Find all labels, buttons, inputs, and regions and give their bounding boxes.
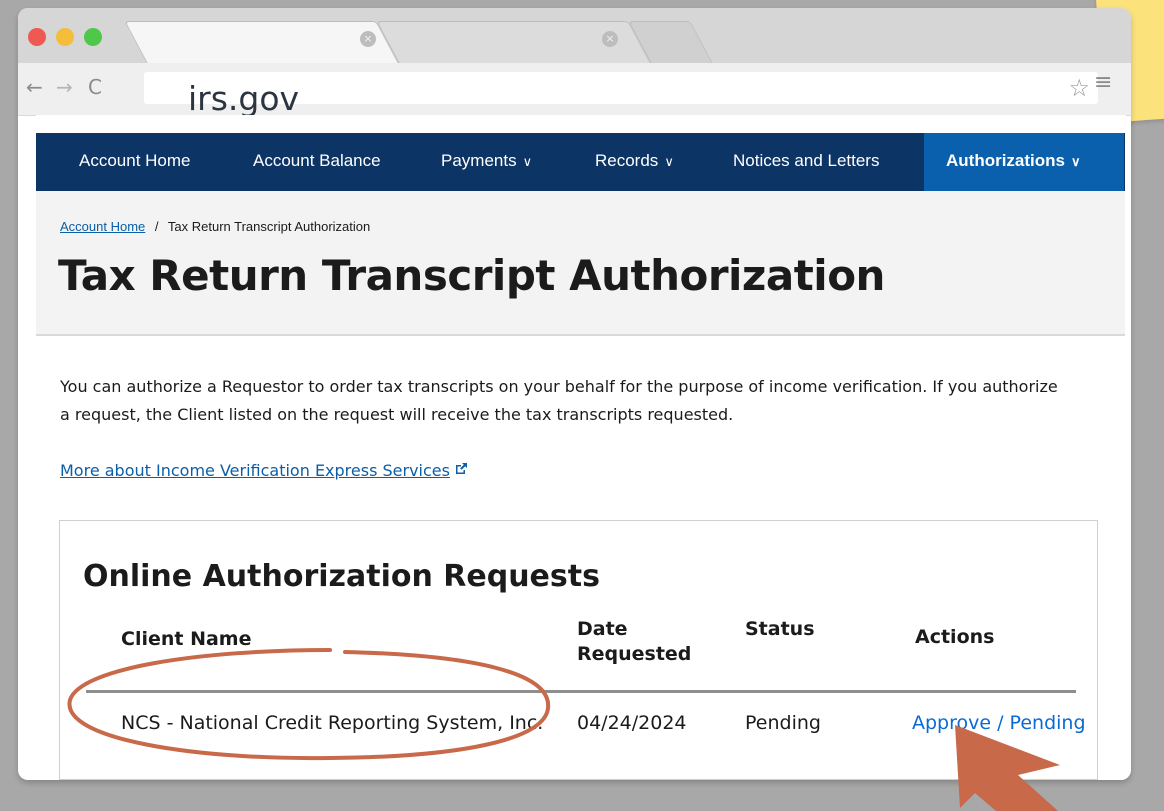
nav-item-authorizations[interactable]: Authorizations ∨ xyxy=(924,133,1124,191)
browser-window: × × ← → C irs.gov ☆ Account Home Account… xyxy=(18,8,1131,780)
column-header-date-line2: Requested xyxy=(577,643,692,665)
nav-label: Records xyxy=(595,151,659,170)
breadcrumb-separator: / xyxy=(154,219,159,234)
column-header-date-requested: Date Requested xyxy=(577,617,691,667)
tab-bar: × × xyxy=(18,8,1131,65)
table-header-divider xyxy=(86,690,1076,693)
top-navigation: Account Home Account Balance Payments ∨ R… xyxy=(36,133,1125,191)
tab-close-icon[interactable]: × xyxy=(360,31,376,47)
url-text: irs.gov xyxy=(188,79,300,118)
tab-close-icon[interactable]: × xyxy=(602,31,618,47)
url-field[interactable]: irs.gov ☆ xyxy=(144,72,1098,118)
nav-item-records[interactable]: Records ∨ xyxy=(595,133,674,191)
status-cell: Pending xyxy=(745,712,821,734)
close-window-button[interactable] xyxy=(28,28,46,46)
nav-item-notices-and-letters[interactable]: Notices and Letters xyxy=(733,133,879,191)
external-link-icon xyxy=(454,462,468,480)
back-icon[interactable]: ← xyxy=(26,75,43,99)
bookmark-star-icon[interactable]: ☆ xyxy=(1068,74,1090,102)
date-requested-cell: 04/24/2024 xyxy=(577,712,687,734)
column-header-date-line1: Date xyxy=(577,618,628,640)
nav-item-account-home[interactable]: Account Home xyxy=(79,133,191,191)
maximize-window-button[interactable] xyxy=(84,28,102,46)
chevron-down-icon: ∨ xyxy=(1071,154,1081,169)
page-title: Tax Return Transcript Authorization xyxy=(58,251,885,300)
chevron-down-icon: ∨ xyxy=(664,154,674,169)
nav-label: Account Home xyxy=(79,151,191,170)
client-name-cell: NCS - National Credit Reporting System, … xyxy=(121,712,544,734)
reload-icon[interactable]: C xyxy=(88,75,102,99)
more-info-link-label: More about Income Verification Express S… xyxy=(60,461,450,480)
browser-tab-active[interactable] xyxy=(124,21,400,65)
address-bar: ← → C irs.gov ☆ xyxy=(18,63,1131,118)
card-title: Online Authorization Requests xyxy=(83,559,600,594)
column-header-actions: Actions xyxy=(915,626,995,648)
authorization-requests-card: Online Authorization Requests Client Nam… xyxy=(59,520,1098,780)
breadcrumb-home-link[interactable]: Account Home xyxy=(60,219,145,234)
breadcrumb-current: Tax Return Transcript Authorization xyxy=(167,219,371,234)
column-header-status: Status xyxy=(745,618,815,640)
approve-pending-link[interactable]: Approve / Pending xyxy=(912,709,1086,737)
column-header-client-name: Client Name xyxy=(121,628,252,650)
page-content: Account Home Account Balance Payments ∨ R… xyxy=(36,115,1126,780)
nav-item-payments[interactable]: Payments ∨ xyxy=(441,133,532,191)
intro-text: You can authorize a Requestor to order t… xyxy=(60,377,1058,424)
browser-menu-icon[interactable]: ≡ xyxy=(1094,70,1112,95)
nav-item-account-balance[interactable]: Account Balance xyxy=(253,133,381,191)
more-info-link[interactable]: More about Income Verification Express S… xyxy=(60,461,468,480)
nav-label: Account Balance xyxy=(253,151,381,170)
minimize-window-button[interactable] xyxy=(56,28,74,46)
nav-label: Authorizations xyxy=(946,151,1065,170)
breadcrumb: Account Home / Tax Return Transcript Aut… xyxy=(60,219,370,234)
nav-label: Notices and Letters xyxy=(733,151,880,170)
forward-icon[interactable]: → xyxy=(56,75,73,99)
page-header: Account Home / Tax Return Transcript Aut… xyxy=(36,191,1125,336)
nav-label: Payments xyxy=(441,151,517,170)
chevron-down-icon: ∨ xyxy=(522,154,533,169)
